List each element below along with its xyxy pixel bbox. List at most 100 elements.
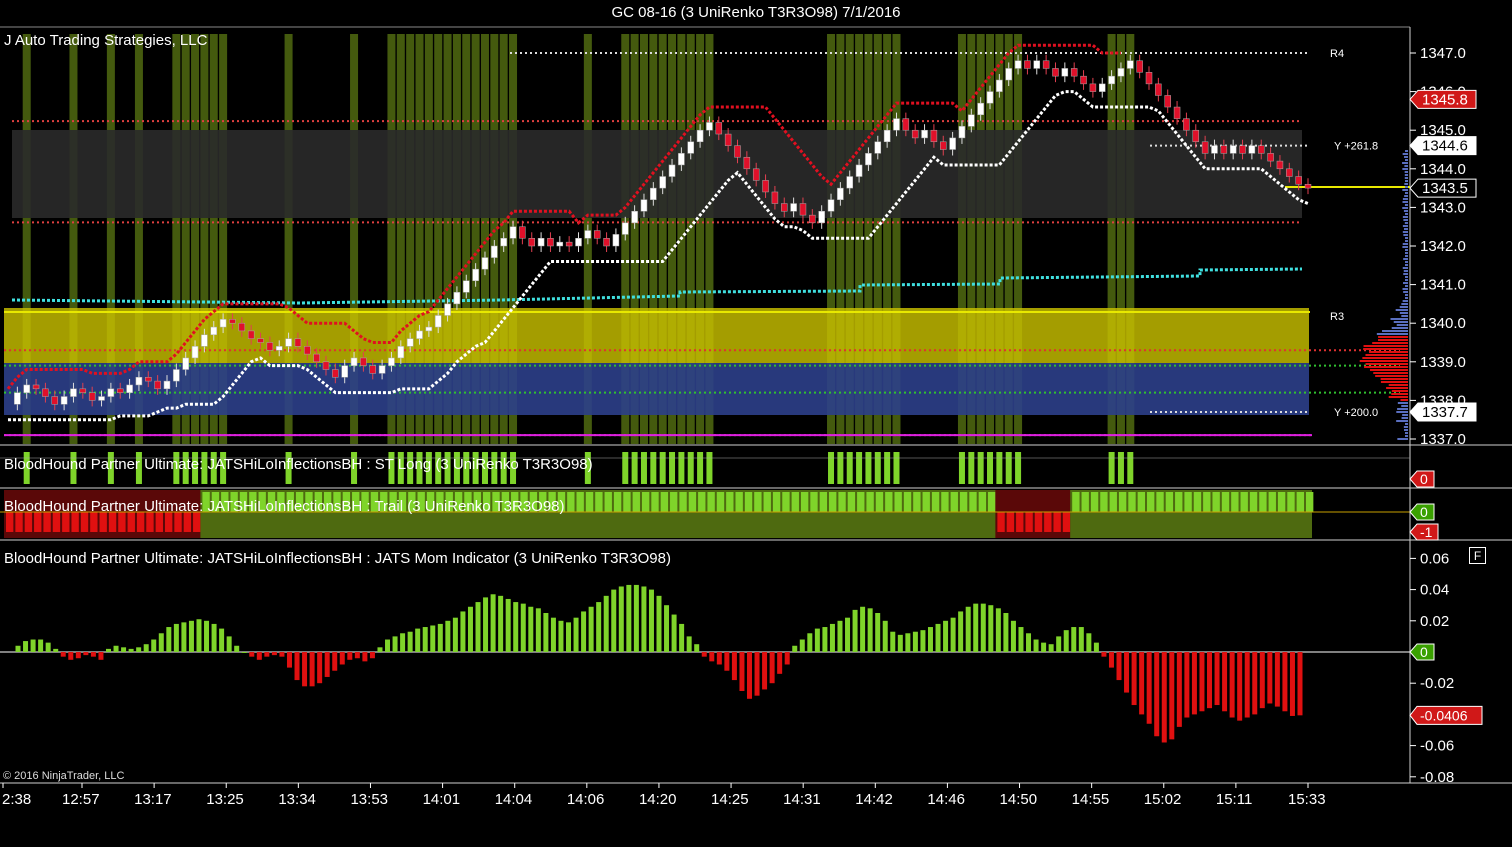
mom-bar xyxy=(883,621,888,652)
trail-bar-long xyxy=(764,492,771,512)
mom-bar xyxy=(31,640,36,652)
mom-bar xyxy=(905,633,910,652)
candle-body xyxy=(127,385,133,393)
candle-body xyxy=(473,269,479,281)
candle-body xyxy=(89,393,95,401)
mom-bar xyxy=(604,596,609,652)
candle-body xyxy=(1165,95,1171,107)
mom-bar xyxy=(317,652,322,683)
candle-body xyxy=(1202,142,1208,154)
mom-bar xyxy=(121,647,126,652)
mom-bar xyxy=(589,607,594,652)
candle-body xyxy=(304,346,310,354)
volume-bar xyxy=(1405,204,1408,206)
mom-bar xyxy=(822,627,827,652)
candle-body xyxy=(351,358,357,366)
trail-bar-long xyxy=(988,492,995,512)
volume-bar xyxy=(1405,213,1408,215)
mom-bar xyxy=(619,586,624,652)
volume-bar xyxy=(1369,351,1408,353)
mom-bar xyxy=(966,607,971,652)
mom-bar xyxy=(1018,627,1023,652)
trail-bar-long xyxy=(586,492,593,512)
mom-bar xyxy=(1117,652,1122,680)
trail-bar-long xyxy=(679,492,686,512)
volume-bar xyxy=(1405,435,1408,437)
trail-bar-short xyxy=(1025,512,1032,532)
candle-body xyxy=(987,92,993,104)
time-tick-label: 12:57 xyxy=(62,791,100,808)
trail-bar-long xyxy=(904,492,911,512)
candle-body xyxy=(248,331,254,339)
volume-bar xyxy=(1396,420,1408,422)
mom-bar xyxy=(641,586,646,652)
mom-tick-label: -0.02 xyxy=(1420,675,1454,692)
f-button[interactable]: F xyxy=(1469,547,1486,564)
volume-bar xyxy=(1403,258,1408,260)
mom-bar xyxy=(800,640,805,652)
candle-body xyxy=(360,358,366,366)
volume-bar xyxy=(1405,237,1408,239)
mom-bar xyxy=(657,596,662,652)
trail-bar-long xyxy=(773,492,780,512)
mom-bar xyxy=(355,652,360,658)
candle-body xyxy=(1305,184,1311,188)
volume-bar xyxy=(1386,387,1408,389)
fib-200-annotation: Y +200.0 xyxy=(1334,407,1378,419)
mom-tick-label: -0.08 xyxy=(1420,769,1454,786)
volume-bar xyxy=(1405,279,1408,281)
mom-bar xyxy=(528,607,533,652)
mom-bar xyxy=(212,624,217,652)
volume-bar xyxy=(1404,429,1408,431)
blue-zone xyxy=(4,363,1309,415)
mom-bar xyxy=(370,652,375,658)
chart-canvas[interactable]: 1347.01346.01345.01344.01343.01342.01341… xyxy=(0,0,1512,847)
time-tick-label: 14:20 xyxy=(639,791,677,808)
mom-bar xyxy=(1245,652,1250,718)
candle-body xyxy=(912,130,918,138)
mom-bar xyxy=(1132,652,1137,705)
trail-bar-long xyxy=(876,492,883,512)
mom-bar xyxy=(151,640,156,652)
mom-bar xyxy=(762,652,767,689)
trail-panel-label: BloodHound Partner Ultimate: JATSHiLoInf… xyxy=(4,498,565,515)
candle-body xyxy=(837,188,843,200)
volume-bar xyxy=(1389,396,1408,398)
mom-bar xyxy=(1041,643,1046,652)
trail-bar-long xyxy=(1138,492,1145,512)
volume-bar xyxy=(1364,366,1408,368)
candle-body xyxy=(1249,146,1255,154)
mom-bar xyxy=(521,604,526,652)
mom-bar xyxy=(845,618,850,652)
st-long-bar xyxy=(1127,452,1133,484)
trail-bar-short xyxy=(53,512,60,532)
candle-body xyxy=(632,211,638,223)
candle-body xyxy=(940,142,946,150)
mom-bar xyxy=(476,602,481,652)
st-long-bar xyxy=(828,452,834,484)
trail-bar-long xyxy=(1100,492,1107,512)
mom-bar xyxy=(815,629,820,652)
trail-bar-long xyxy=(820,492,827,512)
trail-bar-short xyxy=(1007,512,1014,532)
trail-bar-short xyxy=(1063,512,1070,532)
volume-bar xyxy=(1402,162,1408,164)
trail-bar-long xyxy=(642,492,649,512)
mom-bar xyxy=(1275,652,1280,707)
trail-bar-long xyxy=(1250,492,1257,512)
candle-body xyxy=(1137,61,1143,73)
candle-body xyxy=(1258,146,1264,154)
volume-bar xyxy=(1405,432,1408,434)
volume-bar xyxy=(1405,171,1408,173)
mom-bar xyxy=(1298,652,1303,715)
candle-body xyxy=(753,169,759,181)
volume-bar xyxy=(1405,159,1408,161)
mom-bar xyxy=(853,610,858,652)
candle-body xyxy=(688,142,694,154)
mom-bar xyxy=(332,652,337,671)
trail-bar-long xyxy=(1110,492,1117,512)
mom-bar xyxy=(709,652,714,661)
candle-body xyxy=(819,211,825,223)
mom-bar xyxy=(174,624,179,652)
volume-bar xyxy=(1404,228,1408,230)
